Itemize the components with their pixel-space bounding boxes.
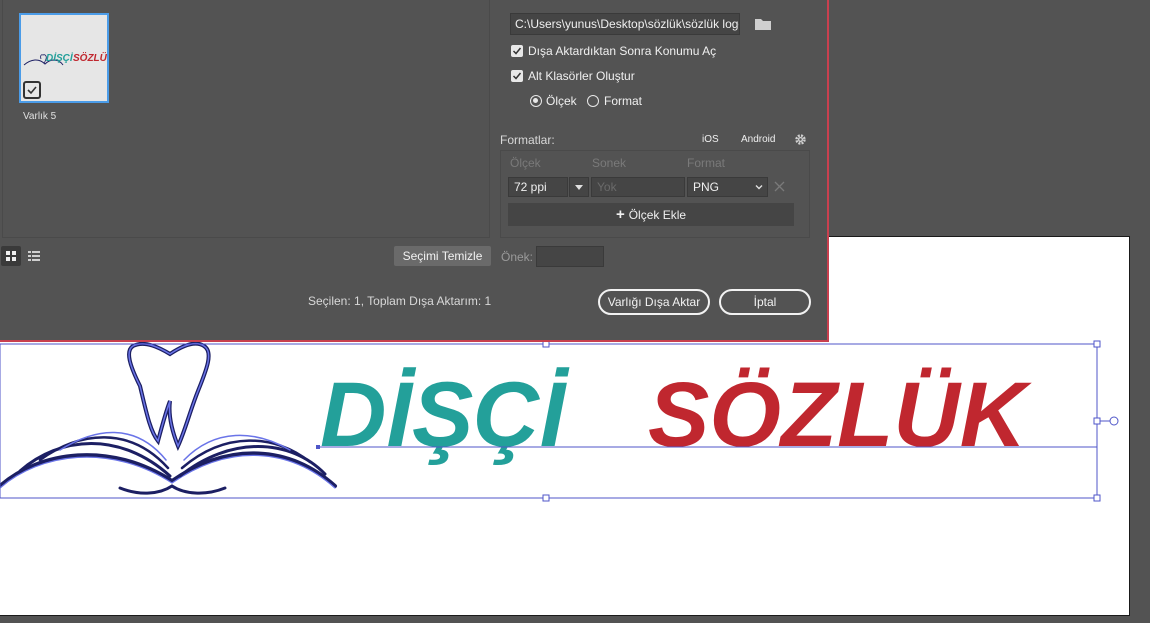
android-preset-button[interactable]: Android	[741, 134, 775, 145]
selection-handle-right	[1093, 417, 1101, 425]
selection-handle-bottom-right	[1093, 494, 1101, 502]
selection-handle-top-right	[1093, 340, 1101, 348]
cancel-button[interactable]: İptal	[719, 289, 811, 315]
create-subfolders-checkbox[interactable]	[511, 70, 523, 82]
col-header-format: Format	[687, 156, 726, 170]
folder-icon[interactable]	[754, 17, 772, 31]
format-select[interactable]: PNG	[687, 177, 768, 197]
triangle-down-icon	[575, 185, 583, 190]
chevron-down-icon	[755, 185, 763, 190]
radio-scale[interactable]	[530, 95, 542, 107]
asset-name-label: Varlık 5	[23, 111, 57, 122]
logo-text-left: DİŞÇİ	[320, 364, 570, 466]
col-header-scale: Ölçek	[510, 156, 541, 170]
export-asset-button[interactable]: Varlığı Dışa Aktar	[598, 289, 710, 315]
check-icon	[512, 47, 522, 55]
radio-scale-label: Ölçek	[546, 94, 577, 108]
col-header-suffix: Sonek	[592, 156, 627, 170]
radio-format-label: Format	[604, 94, 643, 108]
plus-icon: +	[615, 206, 625, 223]
format-select-value: PNG	[693, 180, 720, 194]
export-status-text: Seçilen: 1, Toplam Dışa Aktarım: 1	[308, 294, 492, 308]
prefix-label: Önek:	[501, 250, 534, 264]
scale-dropdown-button[interactable]	[569, 177, 589, 197]
gear-icon[interactable]	[794, 133, 807, 146]
grid-icon	[6, 251, 16, 261]
clear-selection-button[interactable]: Seçimi Temizle	[394, 246, 491, 266]
asset-select-checkbox[interactable]	[23, 81, 41, 99]
asset-thumbnail[interactable]: DİŞÇİ SÖZLÜK	[19, 13, 115, 103]
check-icon	[512, 72, 522, 80]
rotation-handle	[1109, 416, 1119, 426]
export-path-input[interactable]: C:\Users\yunus\Desktop\sözlük\sözlük log…	[510, 13, 740, 35]
book-tooth-logo-icon	[0, 341, 337, 495]
open-location-checkbox[interactable]	[511, 45, 523, 57]
ios-preset-button[interactable]: iOS	[702, 134, 719, 145]
check-icon	[27, 86, 37, 95]
logo-text-right: SÖZLÜK	[648, 364, 1033, 466]
prefix-input[interactable]	[536, 246, 604, 267]
list-icon	[28, 251, 40, 261]
list-view-button[interactable]	[24, 246, 44, 266]
selection-handle-bottom	[542, 494, 550, 502]
scale-input[interactable]: 72 ppi	[508, 177, 568, 197]
assets-thumbnail-panel: DİŞÇİ SÖZLÜK Varlık 5	[2, 0, 490, 238]
add-scale-label: Ölçek Ekle	[628, 208, 687, 222]
svg-text:DİŞÇİ: DİŞÇİ	[46, 51, 74, 64]
create-subfolders-label: Alt Klasörler Oluştur	[528, 69, 635, 83]
suffix-input[interactable]: Yok	[591, 177, 685, 197]
anchor-point	[316, 445, 320, 449]
svg-text:SÖZLÜK: SÖZLÜK	[73, 51, 107, 64]
radio-format[interactable]	[587, 95, 599, 107]
close-icon[interactable]	[774, 181, 785, 192]
grid-view-button[interactable]	[1, 246, 21, 266]
open-location-label: Dışa Aktardıktan Sonra Konumu Aç	[528, 44, 717, 58]
add-scale-button[interactable]: + Ölçek Ekle	[508, 203, 794, 226]
formats-label: Formatlar:	[500, 133, 555, 147]
export-assets-dialog: DİŞÇİ SÖZLÜK Varlık 5 Seçimi Temizle Seç…	[0, 0, 829, 342]
